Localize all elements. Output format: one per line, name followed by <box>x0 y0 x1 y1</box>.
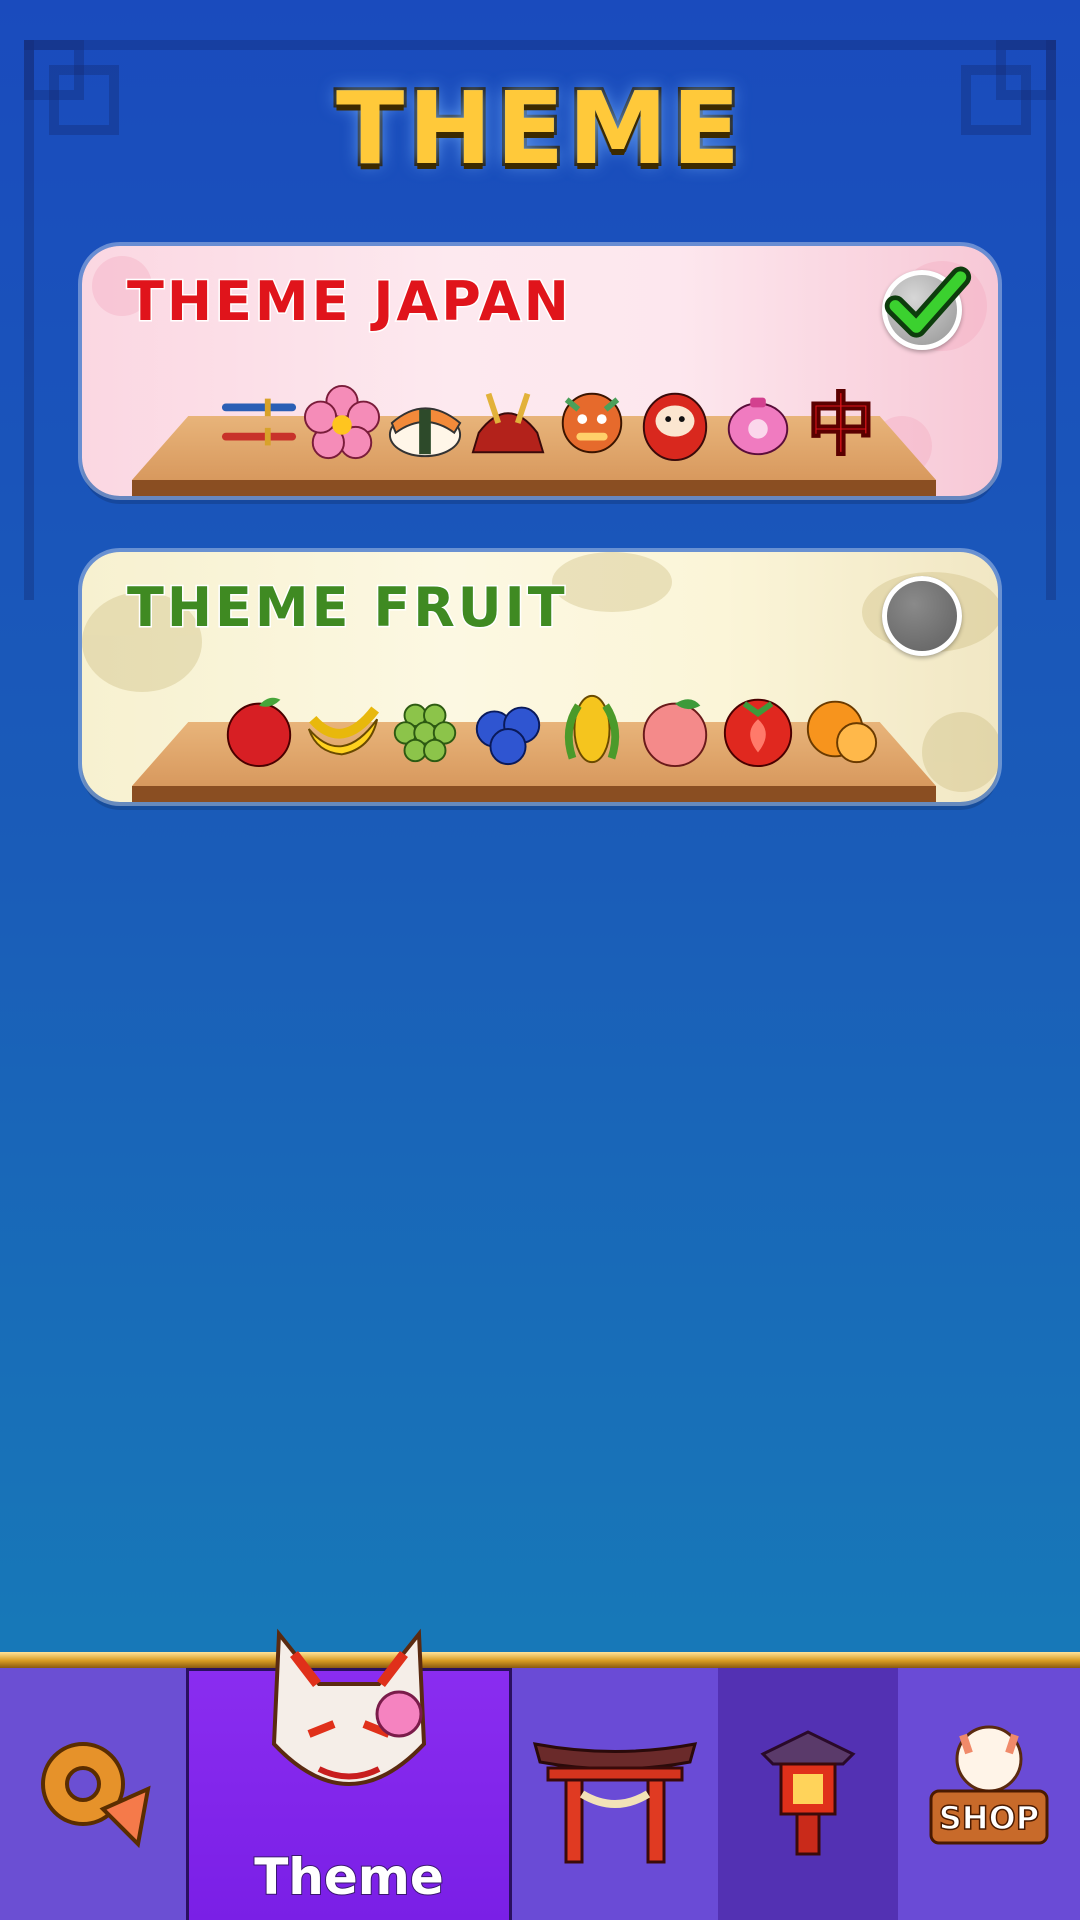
grapes-icon <box>388 686 462 772</box>
sushi-icon <box>388 380 462 466</box>
katana-icon <box>221 380 297 466</box>
torii-gate-icon <box>532 1742 698 1864</box>
nav-item-shop[interactable]: SHOP <box>898 1668 1080 1920</box>
bottom-navigation: Theme SHOP <box>0 1628 1080 1920</box>
nav-theme-label: Theme <box>253 1847 445 1907</box>
svg-text:中: 中 <box>807 386 875 465</box>
nav-item-lantern[interactable] <box>718 1668 898 1920</box>
apple-icon <box>222 686 296 772</box>
nav-border <box>0 1652 1080 1668</box>
unselected-checkbox[interactable] <box>882 576 962 656</box>
decorative-frame-top <box>24 40 1056 50</box>
theme-title: THEME JAPAN <box>126 269 572 335</box>
kanji-tile-icon: 中 <box>804 380 878 466</box>
shop-badge: SHOP <box>939 1799 1039 1837</box>
samurai-helmet-icon <box>471 380 545 466</box>
theme-card-japan[interactable]: THEME JAPAN 中 <box>82 246 998 496</box>
banana-icon <box>305 686 380 772</box>
teapot-icon <box>721 380 795 466</box>
daruma-icon <box>638 380 712 466</box>
dragon-icon <box>555 380 629 466</box>
lucky-cat-icon: SHOP <box>929 1725 1049 1845</box>
orange-icon <box>804 686 878 772</box>
nav-item-torii[interactable] <box>512 1668 718 1920</box>
selected-checkbox[interactable] <box>882 266 972 350</box>
gear-fan-icon <box>41 1742 151 1849</box>
lantern-icon <box>760 1730 856 1856</box>
page-title: THEME <box>333 67 745 190</box>
blueberries-icon <box>471 686 545 772</box>
theme-title: THEME FRUIT <box>126 575 568 641</box>
sakura-flower-icon <box>304 380 381 466</box>
nav-item-settings[interactable] <box>0 1668 186 1920</box>
checkmark-icon <box>884 266 972 338</box>
theme-card-fruit[interactable]: THEME FRUIT <box>82 552 998 802</box>
kitsune-mask-icon <box>271 1628 427 1786</box>
corn-icon <box>555 686 629 772</box>
peach-icon <box>638 686 712 772</box>
nav-item-theme[interactable]: Theme <box>186 1628 512 1920</box>
tomato-icon <box>721 686 795 772</box>
